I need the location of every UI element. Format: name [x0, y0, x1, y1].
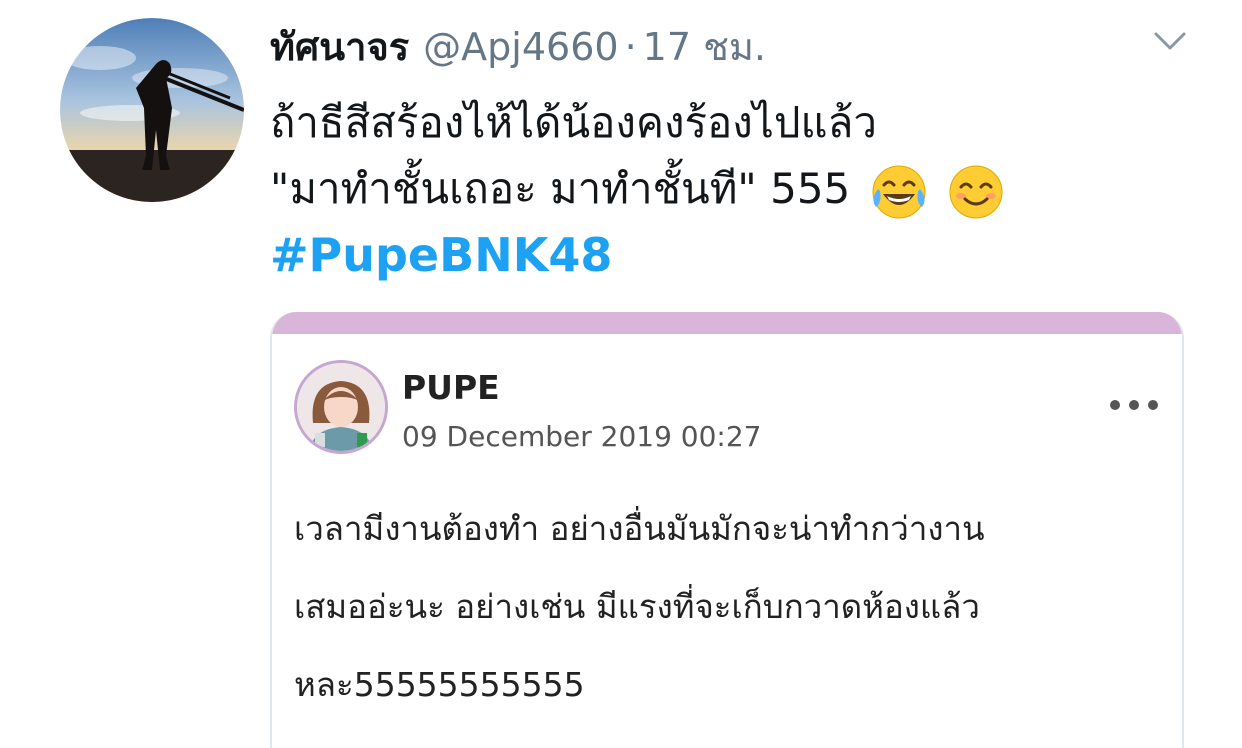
embedded-post-line: หละ55555555555: [294, 665, 585, 704]
author-avatar[interactable]: [60, 18, 244, 202]
more-options-icon[interactable]: [1107, 398, 1161, 412]
tweet: ทัศนาจร @Apj4660 · 17 ชม. ถ้าธีสีสร้องไห…: [0, 0, 1242, 748]
embedded-post-line: เสมออ่ะนะ อย่างเช่น มีแรงที่จะเก็บกวาดห้…: [294, 587, 980, 626]
tweet-timestamp[interactable]: 17 ชม.: [643, 16, 766, 77]
tweet-text-line-content: "มาทำชั้นเถอะ มาทำชั้นที" 555: [270, 164, 851, 213]
embedded-author-avatar[interactable]: [294, 360, 388, 454]
embedded-post-date: 09 December 2019 00:27: [402, 420, 762, 453]
separator-dot: ·: [624, 25, 637, 69]
author-display-name[interactable]: ทัศนาจร: [270, 16, 409, 77]
embedded-author-name[interactable]: PUPE: [402, 368, 500, 407]
embedded-post-body: เวลามีงานต้องทำ อย่างอื่นมันมักจะน่าทำกว…: [294, 490, 985, 724]
tweet-text-line: "มาทำชั้นเถอะ มาทำชั้นที" 555: [270, 156, 1005, 222]
face-with-tears-of-joy-icon: [872, 165, 926, 218]
hashtag-link[interactable]: #PupeBNK48: [270, 222, 1005, 288]
author-handle[interactable]: @Apj4660: [423, 25, 618, 69]
chevron-down-icon[interactable]: [1150, 24, 1190, 58]
smiling-face-with-smiling-eyes-icon: [949, 165, 1003, 218]
embedded-post-card[interactable]: PUPE 09 December 2019 00:27 เวลามีงานต้อ…: [270, 312, 1184, 748]
tweet-text: ถ้าธีสีสร้องไห้ได้น้องคงร้องไปแล้ว "มาทำ…: [270, 90, 1005, 288]
embedded-post-line: เวลามีงานต้องทำ อย่างอื่นมันมักจะน่าทำกว…: [294, 509, 985, 548]
tweet-text-line: ถ้าธีสีสร้องไห้ได้น้องคงร้องไปแล้ว: [270, 98, 877, 147]
tweet-header: ทัศนาจร @Apj4660 · 17 ชม.: [270, 16, 766, 72]
card-accent-bar: [272, 312, 1182, 334]
